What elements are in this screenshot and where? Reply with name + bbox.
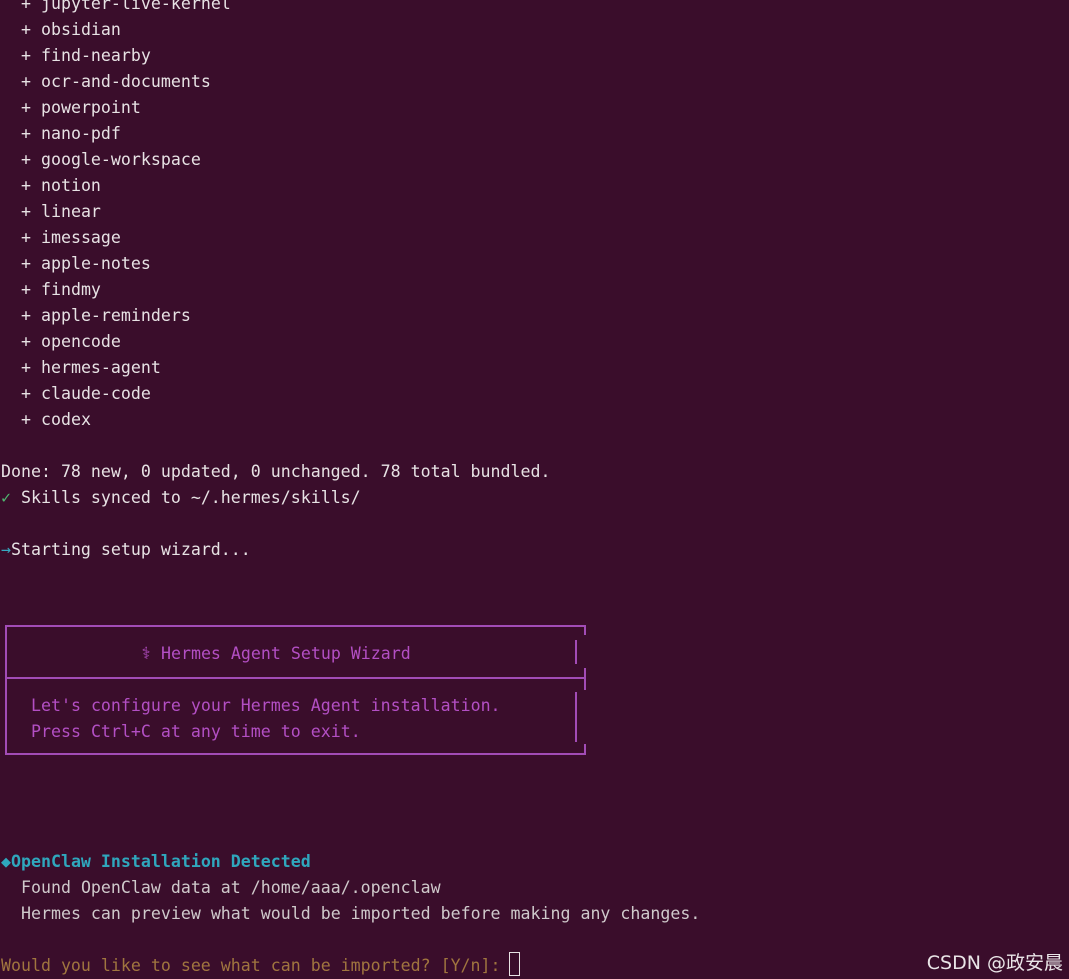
wizard-divider: [5, 677, 585, 679]
skill-name: apple-notes: [40, 254, 151, 273]
skill-item: + powerpoint: [21, 95, 141, 121]
skill-name: nano-pdf: [40, 124, 121, 143]
wizard-corner-tick: [584, 744, 586, 755]
starting-wizard-line: →Starting setup wizard...: [1, 537, 251, 563]
skills-synced-text: Skills synced to ~/.hermes/skills/: [11, 488, 361, 507]
watermark: CSDN @政安晨: [926, 952, 1063, 974]
skill-name: google-workspace: [40, 150, 201, 169]
openclaw-heading-line: ◆OpenClaw Installation Detected: [1, 849, 311, 875]
skill-prefix: +: [21, 306, 41, 325]
skill-prefix: +: [21, 332, 41, 351]
skill-prefix: +: [21, 280, 41, 299]
skill-prefix: +: [21, 46, 41, 65]
skill-name: notion: [40, 176, 101, 195]
skill-name: codex: [40, 410, 91, 429]
skill-item: + linear: [21, 199, 101, 225]
wizard-corner-tick: [584, 668, 586, 690]
skills-synced-line: ✓ Skills synced to ~/.hermes/skills/: [1, 485, 361, 511]
skill-name: hermes-agent: [40, 358, 161, 377]
skill-prefix: +: [21, 124, 41, 143]
skill-name: find-nearby: [40, 46, 151, 65]
skill-prefix: +: [21, 410, 41, 429]
wizard-corner-tick: [584, 625, 586, 635]
input-cursor[interactable]: [509, 952, 520, 976]
skill-name: findmy: [40, 280, 101, 299]
skill-name: obsidian: [40, 20, 121, 39]
wizard-title: ⚕ Hermes Agent Setup Wizard: [141, 644, 411, 663]
skill-prefix: +: [21, 254, 41, 273]
skill-name: ocr-and-documents: [40, 72, 211, 91]
terminal-window[interactable]: + jupyter-live-kernel + obsidian + find-ne…: [0, 0, 1069, 979]
wizard-intro-line: Let's configure your Hermes Agent instal…: [31, 696, 501, 715]
skill-item: + apple-notes: [21, 251, 151, 277]
skill-item: + apple-reminders: [21, 303, 191, 329]
skill-name: apple-reminders: [40, 306, 191, 325]
skill-prefix: +: [21, 176, 41, 195]
skill-prefix: +: [21, 20, 41, 39]
skill-prefix: +: [21, 358, 41, 377]
wizard-right-border: [575, 640, 577, 664]
skill-item: + nano-pdf: [21, 121, 121, 147]
skill-item: + hermes-agent: [21, 355, 161, 381]
skill-prefix: +: [21, 150, 41, 169]
skill-prefix: +: [21, 0, 41, 13]
skill-item: + notion: [21, 173, 101, 199]
skill-prefix: +: [21, 202, 41, 221]
diamond-icon: ◆: [1, 852, 11, 871]
openclaw-heading: OpenClaw Installation Detected: [11, 852, 311, 871]
skill-item: + jupyter-live-kernel: [21, 0, 231, 17]
done-summary: Done: 78 new, 0 updated, 0 unchanged. 78…: [1, 462, 551, 481]
skill-item: + claude-code: [21, 381, 151, 407]
wizard-exit-hint: Press Ctrl+C at any time to exit.: [31, 722, 361, 741]
check-icon: ✓: [1, 488, 11, 507]
skill-name: jupyter-live-kernel: [40, 0, 231, 13]
skill-name: opencode: [40, 332, 121, 351]
skill-item: + find-nearby: [21, 43, 151, 69]
skill-name: claude-code: [40, 384, 151, 403]
skill-item: + ocr-and-documents: [21, 69, 211, 95]
skill-name: linear: [40, 202, 101, 221]
skill-item: + imessage: [21, 225, 121, 251]
skill-prefix: +: [21, 228, 41, 247]
skill-name: imessage: [40, 228, 121, 247]
import-prompt: Would you like to see what can be import…: [1, 956, 511, 975]
skill-prefix: +: [21, 384, 41, 403]
starting-wizard-text: Starting setup wizard...: [11, 540, 251, 559]
skill-item: + obsidian: [21, 17, 121, 43]
openclaw-preview-note: Hermes can preview what would be importe…: [21, 904, 701, 923]
skill-prefix: +: [21, 72, 41, 91]
skill-item: + opencode: [21, 329, 121, 355]
skill-name: powerpoint: [40, 98, 141, 117]
openclaw-found-path: Found OpenClaw data at /home/aaa/.opencl…: [21, 878, 441, 897]
arrow-right-icon: →: [1, 540, 11, 559]
wizard-right-border: [575, 692, 577, 742]
skill-item: + findmy: [21, 277, 101, 303]
skill-prefix: +: [21, 98, 41, 117]
skill-item: + google-workspace: [21, 147, 201, 173]
skill-item: + codex: [21, 407, 91, 433]
